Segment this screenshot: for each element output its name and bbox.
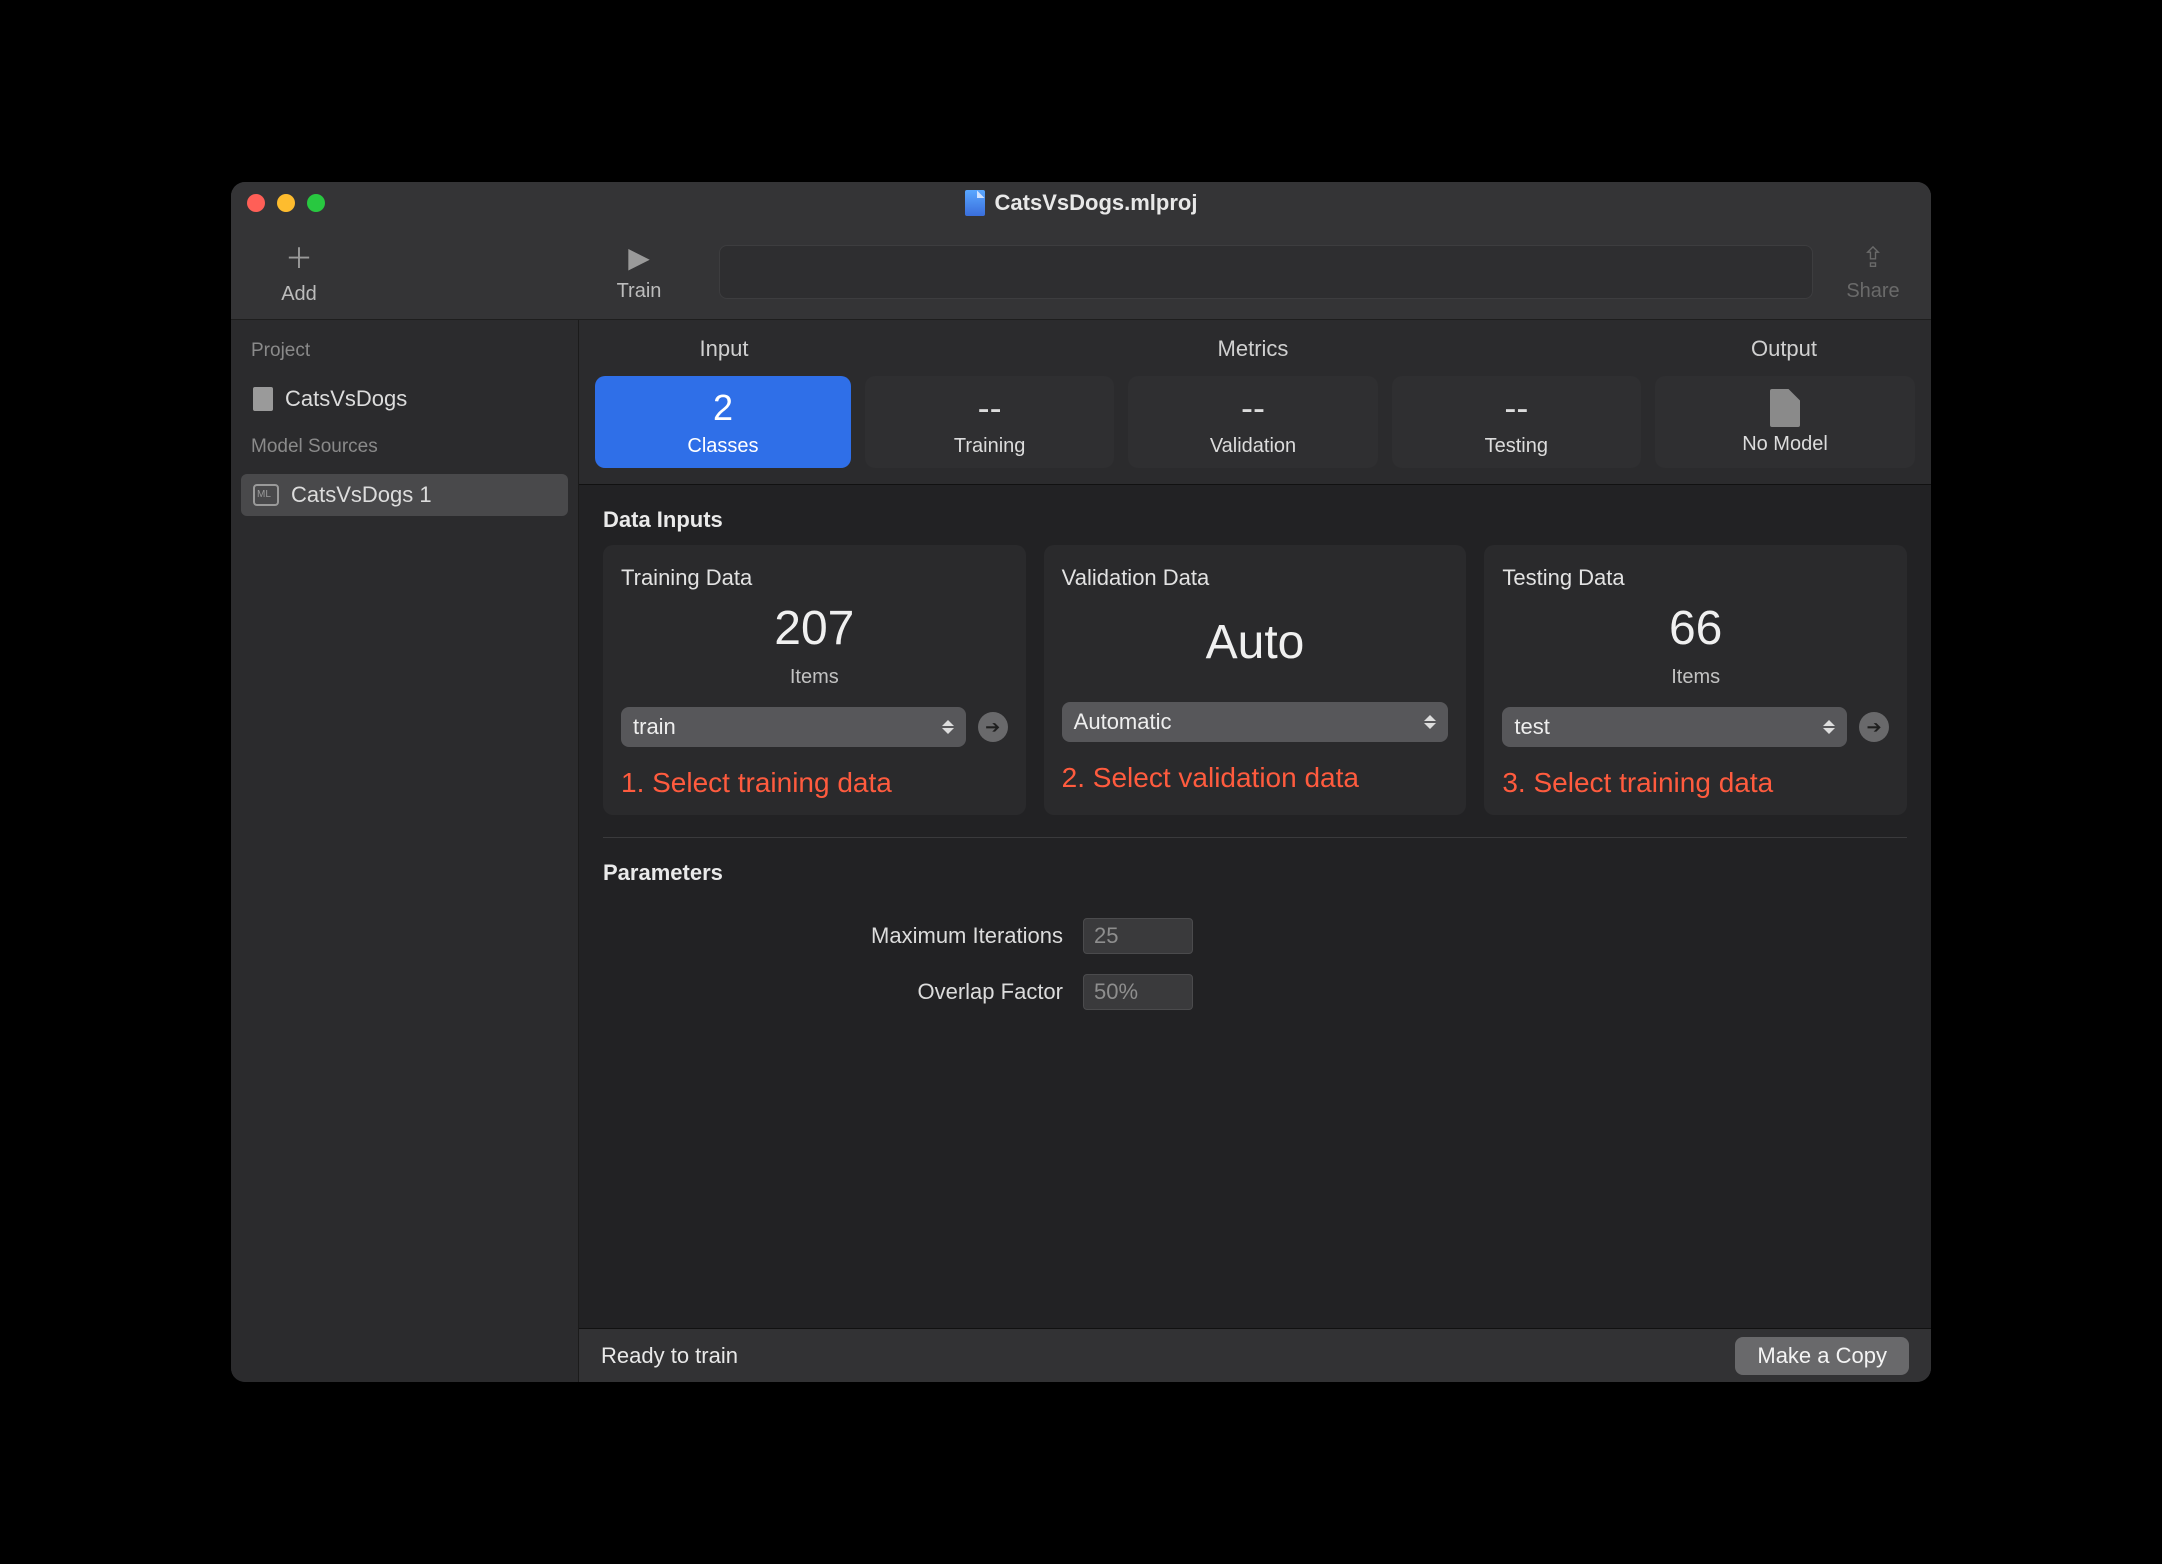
share-label: Share [1846,280,1899,303]
sidebar-item-project[interactable]: CatsVsDogs [241,378,568,420]
add-button[interactable]: ＋ Add [249,237,349,306]
share-icon: ⇪ [1861,241,1884,274]
card-testing-data: Testing Data 66 Items test ➔ [1484,545,1907,815]
card-value: 66 [1502,601,1889,656]
make-copy-button[interactable]: Make a Copy [1735,1337,1909,1375]
annotation-2: 2. Select validation data [1062,762,1449,794]
card-value: Auto [1062,615,1449,670]
statusbar: Ready to train Make a Copy [579,1328,1931,1382]
add-label: Add [281,283,317,306]
sidebar-item-label: CatsVsDogs [285,386,407,412]
tile-label: Validation [1210,435,1296,458]
updown-icon [942,720,954,734]
card-title: Testing Data [1502,565,1889,591]
card-sub: Items [1502,666,1889,689]
reveal-testing-button[interactable]: ➔ [1859,712,1889,742]
tile-label: Training [954,435,1026,458]
card-training-data: Training Data 207 Items train ➔ [603,545,1026,815]
card-title: Validation Data [1062,565,1449,591]
tile-output-model[interactable]: No Model [1655,376,1915,468]
toolbar: ＋ Add ▶ Train ⇪ Share [231,224,1931,320]
card-sub: Items [621,666,1008,689]
play-icon: ▶ [628,241,650,274]
card-value: 207 [621,601,1008,656]
reveal-training-button[interactable]: ➔ [978,712,1008,742]
status-text: Ready to train [601,1343,738,1369]
tile-metrics-group: -- Training -- Validation -- Testing [865,376,1641,468]
card-select-row: test ➔ [1502,707,1889,747]
app-window: CatsVsDogs.mlproj ＋ Add ▶ Train ⇪ Share … [231,182,1931,1382]
train-button[interactable]: ▶ Train [579,241,699,303]
card-select-row: train ➔ [621,707,1008,747]
overlap-factor-input[interactable] [1083,974,1193,1010]
arrow-right-icon: ➔ [1866,717,1881,738]
param-row-max-iter: Maximum Iterations [603,918,1907,954]
data-input-cards: Training Data 207 Items train ➔ [579,545,1931,837]
updown-icon [1823,720,1835,734]
training-data-select[interactable]: train [621,707,966,747]
plus-icon: ＋ [285,237,313,277]
param-row-overlap: Overlap Factor [603,974,1907,1010]
sidebar-item-label: CatsVsDogs 1 [291,482,432,508]
sidebar-heading-project: Project [241,334,568,368]
main-split: Project CatsVsDogs Model Sources CatsVsD… [231,320,1931,1382]
tile-value: 2 [713,387,733,429]
share-button: ⇪ Share [1833,241,1913,303]
segment-tiles: 2 Classes -- Training -- Validation -- T… [579,368,1931,485]
tile-training-metric[interactable]: -- Training [865,376,1114,468]
max-iterations-input[interactable] [1083,918,1193,954]
validation-data-select[interactable]: Automatic [1062,702,1449,742]
project-file-icon [253,387,273,411]
tile-validation-metric[interactable]: -- Validation [1128,376,1377,468]
select-value: train [633,714,676,740]
select-value: Automatic [1074,709,1172,735]
tile-value: -- [1241,387,1265,429]
toolbar-status-field [719,245,1813,299]
sidebar-item-source[interactable]: CatsVsDogs 1 [241,474,568,516]
card-select-row: Automatic [1062,702,1449,742]
annotation-1: 1. Select training data [621,767,1008,799]
sidebar: Project CatsVsDogs Model Sources CatsVsD… [231,320,579,1382]
content: Input Metrics Output 2 Classes -- Traini… [579,320,1931,1382]
updown-icon [1424,715,1436,729]
tile-label: No Model [1742,433,1828,456]
annotation-3: 3. Select training data [1502,767,1889,799]
section-title-data-inputs: Data Inputs [579,485,1931,545]
card-title: Training Data [621,565,1008,591]
parameters: Maximum Iterations Overlap Factor [579,898,1931,1034]
minimize-icon[interactable] [277,194,295,212]
sidebar-heading-sources: Model Sources [241,430,568,464]
seg-header-output: Output [1653,330,1915,368]
titlebar: CatsVsDogs.mlproj [231,182,1931,224]
window-title: CatsVsDogs.mlproj [995,190,1198,216]
tile-label: Testing [1485,435,1548,458]
document-icon [965,190,985,216]
testing-data-select[interactable]: test [1502,707,1847,747]
tile-value: -- [978,387,1002,429]
traffic-lights [247,194,325,212]
seg-header-metrics: Metrics [853,330,1653,368]
tile-testing-metric[interactable]: -- Testing [1392,376,1641,468]
segment-headers: Input Metrics Output [579,320,1931,368]
seg-header-input: Input [595,330,853,368]
tile-label: Classes [687,435,758,458]
param-label: Overlap Factor [603,979,1063,1005]
model-file-icon [1770,389,1800,427]
tile-input-classes[interactable]: 2 Classes [595,376,851,468]
close-icon[interactable] [247,194,265,212]
section-title-parameters: Parameters [579,838,1931,898]
card-validation-data: Validation Data Auto Automatic 2. Select… [1044,545,1467,815]
zoom-icon[interactable] [307,194,325,212]
train-label: Train [617,280,662,303]
ml-model-icon [253,484,279,506]
param-label: Maximum Iterations [603,923,1063,949]
tile-value: -- [1504,387,1528,429]
select-value: test [1514,714,1549,740]
arrow-right-icon: ➔ [985,717,1000,738]
